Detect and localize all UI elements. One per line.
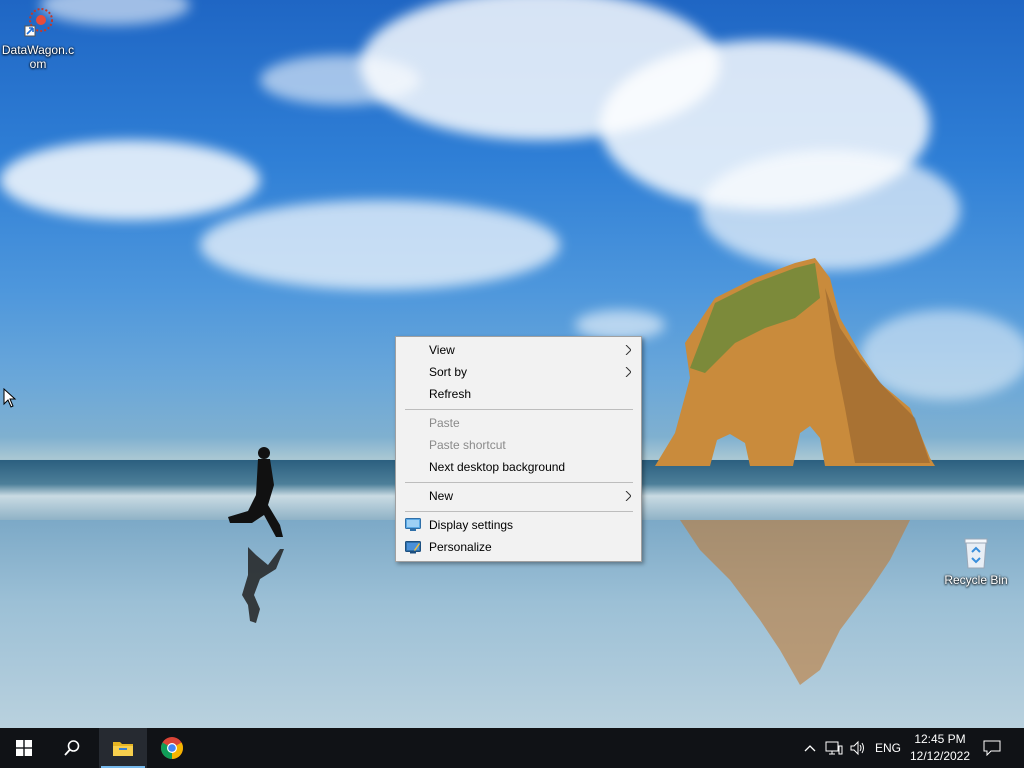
search-icon: [64, 740, 80, 756]
menu-item-label: Paste shortcut: [429, 438, 506, 452]
menu-separator: [405, 482, 633, 483]
cloud: [260, 55, 420, 105]
windows-logo-icon: [16, 740, 32, 756]
taskbar: ENG 12:45 PM 12/12/2022: [0, 728, 1024, 768]
runner-silhouette: [228, 447, 284, 623]
sea-arch-rock: [655, 258, 935, 466]
menu-item-display-settings[interactable]: Display settings: [396, 514, 641, 536]
cloud: [0, 140, 260, 220]
cloud: [700, 150, 960, 270]
cloud: [200, 200, 560, 290]
personalize-icon: [405, 541, 421, 554]
rock-reflection: [680, 520, 910, 685]
datawagon-shortcut-icon: [24, 8, 53, 37]
clock-date: 12/12/2022: [909, 749, 971, 763]
display-settings-icon: [405, 518, 421, 531]
input-language-label: ENG: [874, 741, 901, 755]
desktop-icon-label: Recycle Bin: [944, 573, 1008, 587]
speaker-icon: [850, 740, 864, 756]
menu-separator: [405, 409, 633, 410]
search-button[interactable]: [48, 728, 96, 768]
network-icon: [825, 741, 843, 755]
menu-item-new[interactable]: New: [396, 485, 641, 507]
menu-item-label: Next desktop background: [429, 460, 566, 474]
taskbar-file-explorer[interactable]: [99, 728, 147, 768]
desktop-icon-recycle-bin[interactable]: Recycle Bin: [938, 536, 1014, 587]
menu-item-refresh[interactable]: Refresh: [396, 383, 641, 405]
chevron-right-icon: [625, 367, 631, 377]
chevron-right-icon: [625, 345, 631, 355]
show-hidden-icons-button[interactable]: [800, 728, 820, 768]
menu-item-label: Paste: [429, 416, 460, 430]
recycle-bin-icon: [964, 538, 988, 569]
desktop-shortcut-datawagon[interactable]: DataWagon.c om: [0, 6, 76, 71]
chevron-right-icon: [625, 491, 631, 501]
taskbar-chrome[interactable]: [148, 728, 196, 768]
menu-item-view[interactable]: View: [396, 339, 641, 361]
menu-item-paste: Paste: [396, 412, 641, 434]
menu-separator: [405, 511, 633, 512]
chevron-up-icon: [804, 745, 816, 752]
desktop[interactable]: DataWagon.c om Recycle Bin View Sort by …: [0, 0, 1024, 728]
file-explorer-icon: [113, 742, 133, 756]
desktop-context-menu: View Sort by Refresh Paste Paste shortcu…: [395, 336, 642, 562]
menu-item-label: Sort by: [429, 365, 468, 379]
clock-button[interactable]: 12:45 PM 12/12/2022: [902, 731, 978, 765]
menu-item-paste-shortcut: Paste shortcut: [396, 434, 641, 456]
notification-icon: [983, 740, 1001, 756]
menu-item-sort-by[interactable]: Sort by: [396, 361, 641, 383]
menu-item-label: New: [429, 489, 454, 503]
desktop-icon-label: DataWagon.c om: [1, 43, 75, 71]
clock-time: 12:45 PM: [914, 732, 966, 746]
menu-item-label: Personalize: [429, 540, 492, 554]
start-button[interactable]: [0, 728, 48, 768]
volume-button[interactable]: [846, 728, 870, 768]
menu-item-label: Display settings: [429, 518, 514, 532]
menu-item-label: Refresh: [429, 387, 472, 401]
menu-item-label: View: [429, 343, 455, 357]
input-language-button[interactable]: ENG: [872, 728, 904, 768]
menu-item-personalize[interactable]: Personalize: [396, 536, 641, 558]
menu-item-next-desktop-background[interactable]: Next desktop background: [396, 456, 641, 478]
network-button[interactable]: [822, 728, 846, 768]
action-center-button[interactable]: [976, 728, 1008, 768]
mouse-cursor-icon: [3, 388, 17, 408]
chrome-icon: [161, 737, 183, 759]
